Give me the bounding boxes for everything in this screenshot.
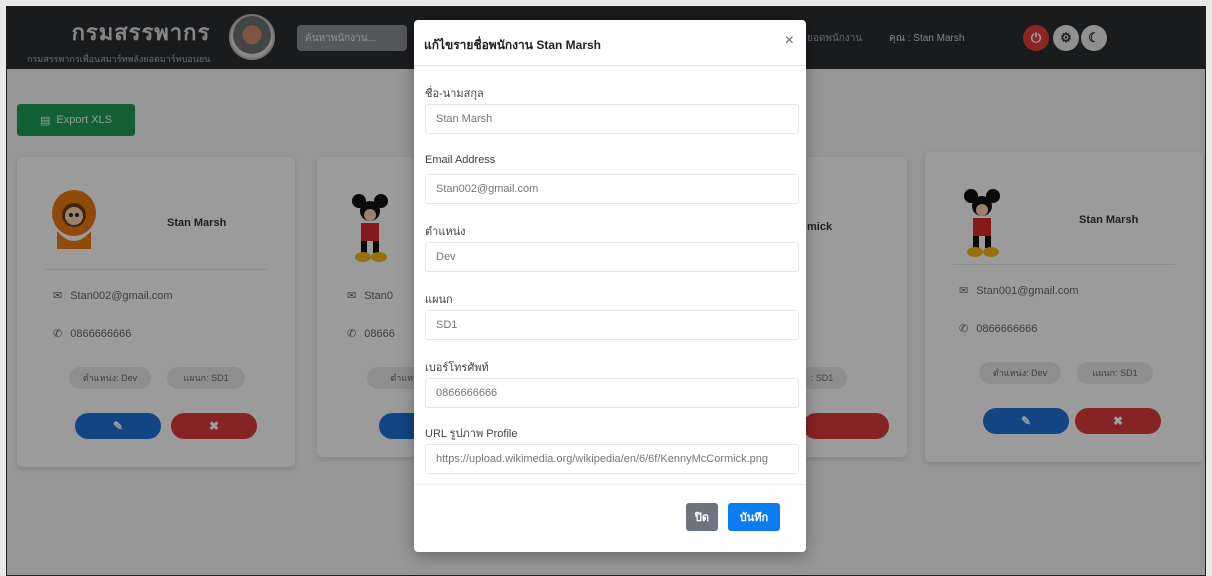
- modal-footer: ปิด บันทึก: [414, 484, 806, 552]
- modal-header: แก้ไขรายชื่อพนักงาน Stan Marsh ×: [414, 20, 806, 66]
- profile-url-label: URL รูปภาพ Profile: [425, 428, 518, 440]
- department-field[interactable]: SD1: [425, 310, 799, 340]
- profile-url-field[interactable]: https://upload.wikimedia.org/wikipedia/e…: [425, 444, 799, 474]
- phone-label: เบอร์โทรศัพท์: [425, 362, 489, 374]
- phone-field[interactable]: 0866666666: [425, 378, 799, 408]
- close-icon[interactable]: ×: [785, 32, 794, 50]
- close-button[interactable]: ปิด: [686, 503, 718, 531]
- department-label: แผนก: [425, 294, 453, 306]
- fullname-label: ชื่อ-นามสกุล: [425, 88, 484, 100]
- edit-employee-modal: แก้ไขรายชื่อพนักงาน Stan Marsh × ชื่อ-นา…: [414, 20, 806, 552]
- email-label: Email Address: [425, 154, 496, 166]
- fullname-field[interactable]: Stan Marsh: [425, 104, 799, 134]
- position-field[interactable]: Dev: [425, 242, 799, 272]
- save-button[interactable]: บันทึก: [728, 503, 780, 531]
- modal-title: แก้ไขรายชื่อพนักงาน Stan Marsh: [424, 38, 601, 52]
- position-label: ตำแหน่ง: [425, 226, 466, 238]
- app-frame: กรมสรรพากร กรมสรรพากรเพื่อนสมาร์ทพลังยอด…: [6, 6, 1206, 576]
- email-field[interactable]: Stan002@gmail.com: [425, 174, 799, 204]
